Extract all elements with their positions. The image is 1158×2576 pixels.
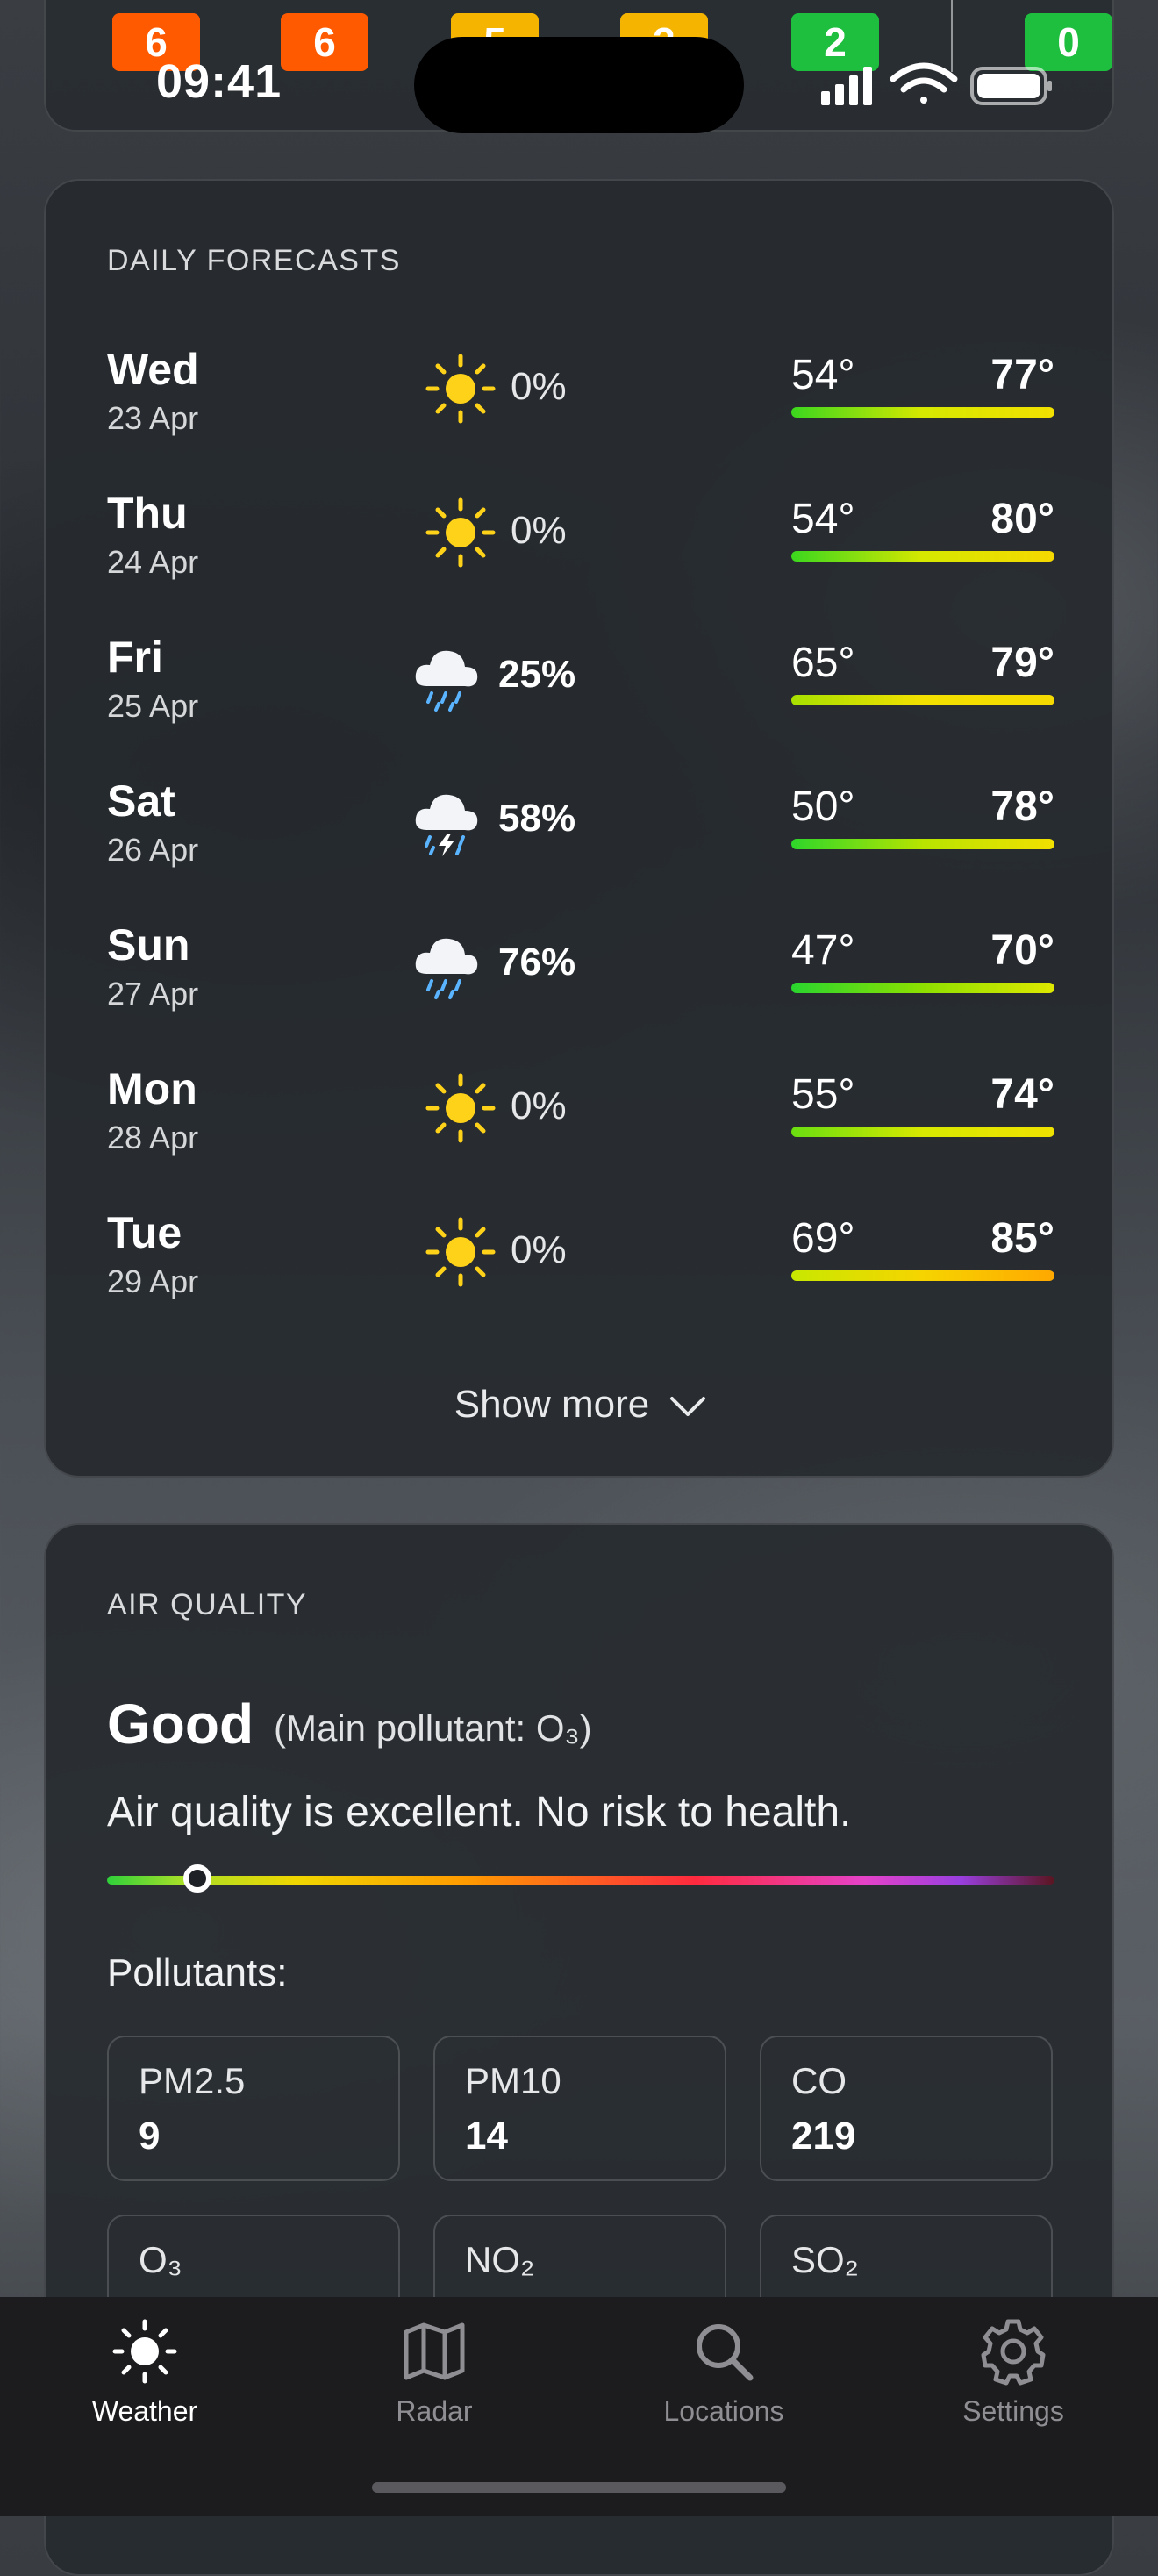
temp-min: 54° <box>791 496 855 542</box>
dynamic-island <box>414 37 744 133</box>
rain-cloud-icon <box>409 927 484 1002</box>
pollutant-card[interactable]: CO 219 <box>760 2036 1053 2181</box>
status-time: 09:41 <box>156 55 282 108</box>
temp-range-bar <box>791 839 1054 849</box>
tab-label: Settings <box>962 2395 1064 2427</box>
forecast-row[interactable]: Sun 27 Apr 76% 47° 70° <box>46 919 1116 1063</box>
temp-min: 65° <box>791 640 855 686</box>
gear-icon <box>978 2316 1048 2386</box>
forecast-row[interactable]: Thu 24 Apr 0% 54° 80° <box>46 488 1116 632</box>
tab-label: Radar <box>396 2395 473 2427</box>
aq-description: Air quality is excellent. No risk to hea… <box>107 1789 852 1835</box>
day-name: Mon <box>107 1064 197 1113</box>
forecast-row[interactable]: Tue 29 Apr 0% 69° 85° <box>46 1207 1116 1351</box>
forecast-row[interactable]: Wed 23 Apr 0% 54° 77° <box>46 344 1116 488</box>
day-name: Fri <box>107 633 163 682</box>
temp-min: 69° <box>791 1215 855 1262</box>
day-name: Sat <box>107 776 175 826</box>
pollutant-name: O₃ <box>139 2239 182 2280</box>
sun-icon <box>423 1214 498 1290</box>
temp-range-bar <box>791 1270 1054 1281</box>
aq-scale-indicator <box>182 1864 211 1893</box>
rain-cloud-icon <box>409 639 484 714</box>
day-date: 25 Apr <box>107 688 199 724</box>
precip-chance: 0% <box>511 1084 567 1127</box>
day-date: 23 Apr <box>107 400 199 436</box>
temp-max: 78° <box>990 784 1054 830</box>
tab-weather[interactable]: Weather <box>0 2297 290 2472</box>
forecast-row[interactable]: Fri 25 Apr 25% 65° 79° <box>46 632 1116 776</box>
precip-chance: 0% <box>511 1228 567 1271</box>
temp-max: 85° <box>990 1215 1054 1262</box>
temp-range-bar <box>791 1127 1054 1137</box>
sun-icon <box>423 351 498 426</box>
precip-chance: 0% <box>511 509 567 552</box>
forecast-row[interactable]: Sat 26 Apr 58% 50° 78° <box>46 776 1116 919</box>
temp-max: 80° <box>990 496 1054 542</box>
precip-chance: 58% <box>498 797 576 840</box>
day-date: 24 Apr <box>107 544 199 580</box>
tab-label: Weather <box>91 2395 198 2427</box>
sun-icon <box>110 2316 180 2386</box>
aq-main-pollutant: (Main pollutant: O₃) <box>274 1707 592 1749</box>
aq-scale-bar <box>107 1864 1054 1893</box>
day-date: 27 Apr <box>107 976 199 1012</box>
pollutant-value: 14 <box>465 2114 508 2157</box>
pollutant-card[interactable]: PM2.5 9 <box>107 2036 400 2181</box>
forecast-row[interactable]: Mon 28 Apr 0% 55° 74° <box>46 1063 1116 1207</box>
temp-range-bar <box>791 695 1054 705</box>
map-icon <box>399 2316 469 2386</box>
tab-settings[interactable]: Settings <box>868 2297 1158 2472</box>
day-date: 26 Apr <box>107 832 199 868</box>
pollutants-label: Pollutants: <box>107 1951 288 1994</box>
temp-min: 55° <box>791 1071 855 1118</box>
precip-chance: 0% <box>511 365 567 408</box>
day-date: 29 Apr <box>107 1263 199 1299</box>
pollutant-value: 219 <box>791 2114 856 2157</box>
day-name: Sun <box>107 920 190 970</box>
pollutant-card[interactable]: PM10 14 <box>433 2036 726 2181</box>
tab-label: Locations <box>663 2395 784 2427</box>
thunderstorm-icon <box>409 783 484 858</box>
temp-range-bar <box>791 407 1054 418</box>
cellular-signal-icon <box>821 67 872 105</box>
card-title: DAILY FORECASTS <box>107 244 401 277</box>
temp-max: 74° <box>990 1071 1054 1118</box>
tab-radar[interactable]: Radar <box>290 2297 579 2472</box>
battery-icon <box>970 67 1052 105</box>
tab-locations[interactable]: Locations <box>579 2297 868 2472</box>
home-indicator[interactable] <box>372 2482 786 2493</box>
temp-max: 77° <box>990 352 1054 398</box>
pollutant-name: SO₂ <box>791 2239 859 2280</box>
temp-max: 79° <box>990 640 1054 686</box>
aq-rating: Good <box>107 1692 254 1756</box>
temp-min: 47° <box>791 927 855 974</box>
status-icons <box>821 62 1052 105</box>
chevron-down-icon <box>670 1397 706 1417</box>
temp-min: 50° <box>791 784 855 830</box>
pollutant-name: CO <box>791 2060 847 2101</box>
temp-range-bar <box>791 551 1054 562</box>
search-icon <box>689 2316 759 2386</box>
card-title: AIR QUALITY <box>107 1588 308 1621</box>
precip-chance: 76% <box>498 941 576 984</box>
temp-max: 70° <box>990 927 1054 974</box>
sun-icon <box>423 1070 498 1146</box>
pollutant-value: 9 <box>139 2114 161 2157</box>
day-name: Thu <box>107 489 188 538</box>
day-date: 28 Apr <box>107 1120 199 1156</box>
precip-chance: 25% <box>498 653 576 696</box>
pollutant-name: PM2.5 <box>139 2060 246 2101</box>
pollutant-name: PM10 <box>465 2060 561 2101</box>
day-name: Wed <box>107 345 199 394</box>
sun-icon <box>423 495 498 570</box>
pollutant-name: NO₂ <box>465 2239 535 2280</box>
day-name: Tue <box>107 1208 182 1257</box>
temp-min: 54° <box>791 352 855 398</box>
wifi-icon <box>890 62 958 104</box>
hourly-uv-badge: 6 <box>281 13 368 71</box>
show-more-button[interactable]: Show more <box>46 1383 1116 1427</box>
daily-forecasts-card: DAILY FORECASTS Wed 23 Apr 0% 54° 77° Thu 24 A… <box>44 179 1114 1478</box>
temp-range-bar <box>791 983 1054 993</box>
